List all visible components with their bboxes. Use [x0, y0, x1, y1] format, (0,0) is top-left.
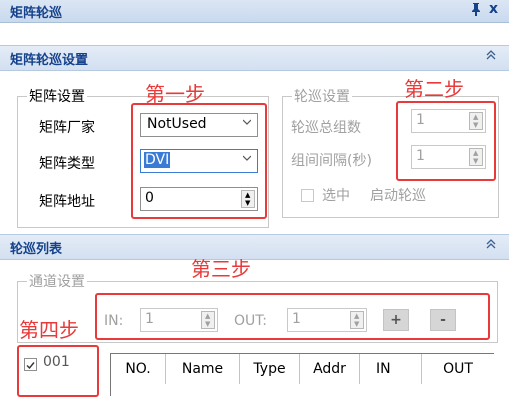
patrol-select-checkbox[interactable] [301, 189, 314, 202]
column-header-name[interactable]: Name [166, 354, 240, 384]
column-header-addr[interactable]: Addr [300, 354, 360, 384]
collapse-icon[interactable] [486, 49, 496, 63]
list-item-checkbox[interactable] [24, 358, 37, 371]
step2-annotation: 第二步 [404, 77, 464, 101]
column-header-type[interactable]: Type [240, 354, 300, 384]
close-icon[interactable]: x [489, 1, 498, 17]
check-icon [26, 362, 35, 370]
matrix-address-label: 矩阵地址 [39, 194, 95, 210]
step1-annotation: 第一步 [145, 82, 205, 106]
step3-highlight [95, 293, 490, 340]
patrol-settings-legend: 轮巡设置 [292, 86, 352, 106]
section-title: 矩阵轮巡设置 [10, 53, 89, 68]
column-header-out[interactable]: OUT [422, 354, 494, 384]
window-titlebar: 矩阵轮巡 x [0, 0, 509, 23]
patrol-select-label: 选中 [322, 188, 350, 204]
step4-annotation: 第四步 [19, 318, 79, 342]
patrol-list-section-header[interactable]: 轮巡列表 [0, 234, 509, 260]
matrix-vendor-label: 矩阵厂家 [39, 120, 95, 136]
step2-highlight [396, 101, 496, 181]
section-title: 轮巡列表 [10, 242, 63, 257]
patrol-interval-label: 组间间隔(秒) [291, 153, 372, 169]
pin-icon[interactable] [470, 2, 482, 20]
window-title: 矩阵轮巡 [10, 6, 63, 21]
channel-settings-legend: 通道设置 [27, 271, 87, 291]
patrol-total-groups-label: 轮巡总组数 [291, 120, 361, 136]
matrix-settings-legend: 矩阵设置 [27, 86, 87, 106]
matrix-settings-section-header[interactable]: 矩阵轮巡设置 [0, 45, 509, 71]
step3-annotation: 第三步 [191, 257, 251, 281]
step1-highlight [131, 103, 267, 219]
patrol-enable-label: 启动轮巡 [370, 188, 426, 204]
column-header-in[interactable]: IN [360, 354, 422, 384]
patrol-table: NO. Name Type Addr IN OUT [110, 353, 494, 396]
collapse-icon[interactable] [486, 238, 496, 252]
matrix-type-label: 矩阵类型 [39, 156, 95, 172]
column-header-no[interactable]: NO. [111, 354, 166, 384]
list-item-label[interactable]: 001 [43, 354, 70, 370]
